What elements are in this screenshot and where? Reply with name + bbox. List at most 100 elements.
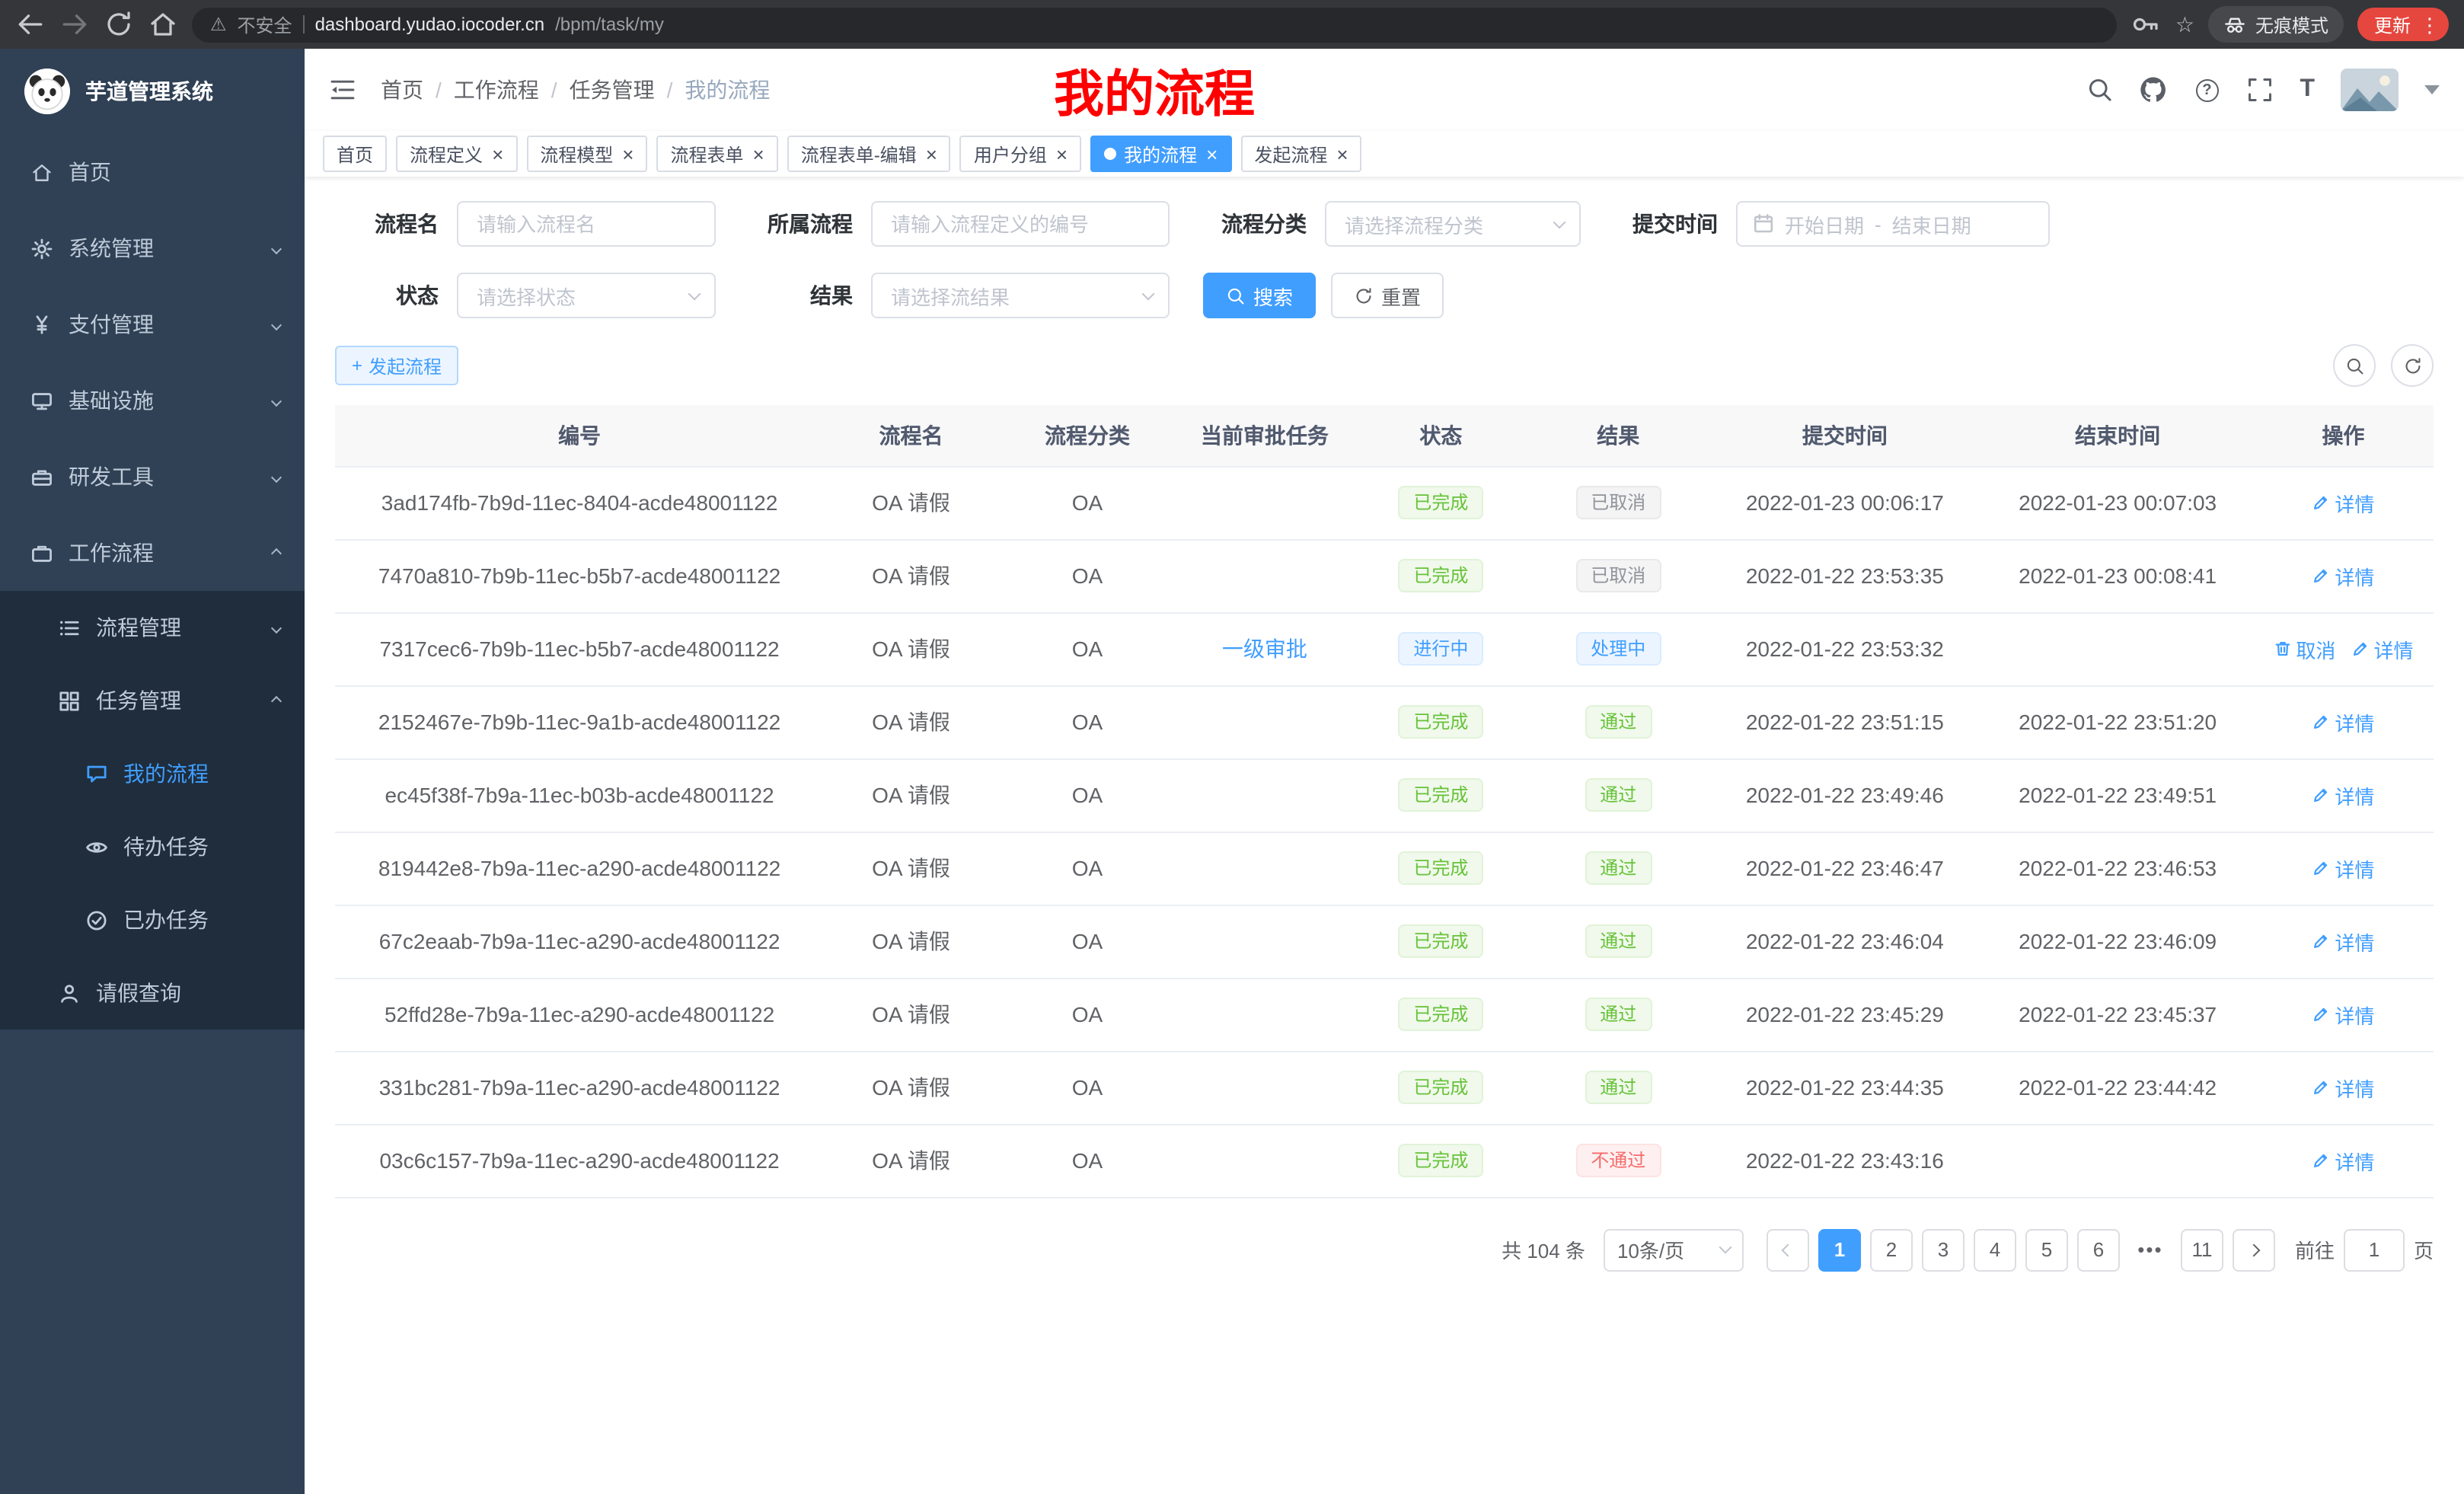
address-bar[interactable]: ⚠ 不安全 dashboard.yudao.iocoder.cn/bpm/tas… (192, 7, 2118, 42)
sidebar-item-home[interactable]: 首页 (0, 134, 305, 210)
avatar[interactable] (2341, 69, 2399, 111)
cell-end-time: 2022-01-22 23:46:09 (1982, 905, 2253, 978)
detail-action[interactable]: 详情 (2312, 707, 2374, 736)
cell-actions: 取消详情 (2253, 612, 2434, 685)
page-button[interactable]: 6 (2077, 1228, 2120, 1271)
total-count: 共 104 条 (1502, 1235, 1585, 1264)
close-icon[interactable]: × (1206, 144, 1218, 164)
toggle-search-button[interactable] (2333, 344, 2376, 387)
sidebar-item-leave-query[interactable]: 请假查询 (0, 956, 305, 1030)
sidebar-item-todo-tasks[interactable]: 待办任务 (0, 810, 305, 883)
sidebar-item-label: 请假查询 (96, 978, 280, 1008)
cell-status: 已完成 (1353, 905, 1530, 978)
detail-action[interactable]: 详情 (2312, 1000, 2374, 1029)
sidebar-item-infrastructure[interactable]: 基础设施 (0, 362, 305, 439)
reload-icon[interactable] (104, 9, 134, 40)
update-button[interactable]: 更新 ⋮ (2357, 8, 2449, 41)
detail-action[interactable]: 详情 (2312, 488, 2374, 517)
forward-icon[interactable] (59, 9, 90, 40)
breadcrumb-item[interactable]: 工作流程 (454, 75, 539, 105)
sidebar-item-workflow[interactable]: 工作流程 (0, 515, 305, 591)
table-row: 7317cec6-7b9b-11ec-b5b7-acde48001122OA 请… (335, 612, 2434, 685)
tab-process-form[interactable]: 流程表单× (656, 136, 777, 172)
prev-page-button[interactable] (1767, 1228, 1809, 1271)
page-button[interactable]: 11 (2181, 1228, 2223, 1271)
page-button[interactable]: 2 (1870, 1228, 1913, 1271)
hamburger-icon[interactable] (329, 76, 356, 104)
tab-process-form-edit[interactable]: 流程表单-编辑× (787, 136, 951, 172)
close-icon[interactable]: × (622, 144, 634, 164)
search-icon[interactable] (2086, 76, 2114, 104)
detail-action[interactable]: 详情 (2312, 781, 2374, 809)
process-name-input[interactable] (457, 201, 716, 247)
detail-action[interactable]: 详情 (2312, 561, 2374, 590)
process-definition-input[interactable] (871, 201, 1170, 247)
chevron-right-icon (2247, 1243, 2260, 1256)
chat-icon (85, 762, 108, 785)
grid-icon (58, 689, 81, 712)
cell-name: OA 请假 (824, 832, 998, 905)
tab-home[interactable]: 首页 (323, 136, 387, 172)
result-select[interactable]: 请选择流结果 (871, 273, 1170, 318)
page-button[interactable]: 5 (2025, 1228, 2068, 1271)
browser-home-icon[interactable] (148, 9, 178, 40)
close-icon[interactable]: × (926, 144, 937, 164)
cell-name: OA 请假 (824, 1051, 998, 1124)
table-body: 3ad174fb-7b9d-11ec-8404-acde48001122OA 请… (335, 466, 2434, 1197)
refresh-table-button[interactable] (2391, 344, 2434, 387)
breadcrumb-item[interactable]: 首页 (381, 75, 423, 105)
key-icon[interactable] (2131, 9, 2162, 40)
fullscreen-icon[interactable] (2246, 76, 2274, 104)
sidebar-item-my-process[interactable]: 我的流程 (0, 737, 305, 810)
star-icon[interactable]: ☆ (2175, 11, 2194, 37)
page-button[interactable]: 1 (1818, 1228, 1861, 1271)
sidebar-item-payment-management[interactable]: 支付管理 (0, 286, 305, 362)
cell-result: 通过 (1529, 978, 1707, 1051)
page-size-select[interactable]: 10条/页 (1604, 1228, 1744, 1271)
current-task-link[interactable]: 一级审批 (1222, 634, 1307, 664)
sidebar-item-system-management[interactable]: 系统管理 (0, 210, 305, 286)
cancel-action[interactable]: 取消 (2273, 634, 2335, 663)
reset-button[interactable]: 重置 (1331, 273, 1444, 318)
tab-process-model[interactable]: 流程模型× (526, 136, 647, 172)
edit-icon (2312, 859, 2330, 877)
result-badge: 通过 (1585, 705, 1652, 739)
sidebar-item-dev-tools[interactable]: 研发工具 (0, 439, 305, 515)
search-button[interactable]: 搜索 (1203, 273, 1316, 318)
close-icon[interactable]: × (1336, 144, 1348, 164)
github-icon[interactable] (2140, 76, 2167, 104)
page-button[interactable]: 4 (1974, 1228, 2016, 1271)
cell-actions: 详情 (2253, 832, 2434, 905)
help-icon[interactable]: ? (2193, 76, 2220, 104)
sidebar-item-process-management[interactable]: 流程管理 (0, 591, 305, 664)
category-select[interactable]: 请选择流程分类 (1325, 201, 1581, 247)
tab-my-process[interactable]: 我的流程× (1090, 136, 1231, 172)
sidebar-item-done-tasks[interactable]: 已办任务 (0, 883, 305, 956)
detail-action[interactable]: 详情 (2312, 854, 2374, 883)
breadcrumb-item[interactable]: 任务管理 (570, 75, 655, 105)
toolbar: + 发起流程 (335, 344, 2434, 387)
detail-action[interactable]: 详情 (2351, 634, 2413, 663)
close-icon[interactable]: × (1056, 144, 1068, 164)
tab-start-process[interactable]: 发起流程× (1240, 136, 1361, 172)
page-button[interactable]: 3 (1922, 1228, 1964, 1271)
logo[interactable]: 芋道管理系统 (0, 49, 305, 134)
next-page-button[interactable] (2233, 1228, 2275, 1271)
close-icon[interactable]: × (492, 144, 503, 164)
back-icon[interactable] (15, 9, 46, 40)
create-process-button[interactable]: + 发起流程 (335, 346, 458, 385)
close-icon[interactable]: × (753, 144, 764, 164)
jump-page-input[interactable] (2344, 1228, 2405, 1271)
tab-user-group[interactable]: 用户分组× (960, 136, 1081, 172)
tab-process-definition[interactable]: 流程定义× (396, 136, 517, 172)
sidebar-item-task-management[interactable]: 任务管理 (0, 664, 305, 737)
submit-time-range[interactable]: 开始日期 - 结束日期 (1736, 201, 2050, 247)
font-size-icon[interactable]: T (2300, 76, 2315, 104)
more-vertical-icon[interactable]: ⋮ (2420, 14, 2440, 34)
detail-action[interactable]: 详情 (2312, 927, 2374, 956)
cell-result: 通过 (1529, 832, 1707, 905)
detail-action[interactable]: 详情 (2312, 1146, 2374, 1175)
status-select[interactable]: 请选择状态 (457, 273, 716, 318)
detail-action[interactable]: 详情 (2312, 1073, 2374, 1102)
caret-down-icon[interactable] (2424, 85, 2440, 94)
